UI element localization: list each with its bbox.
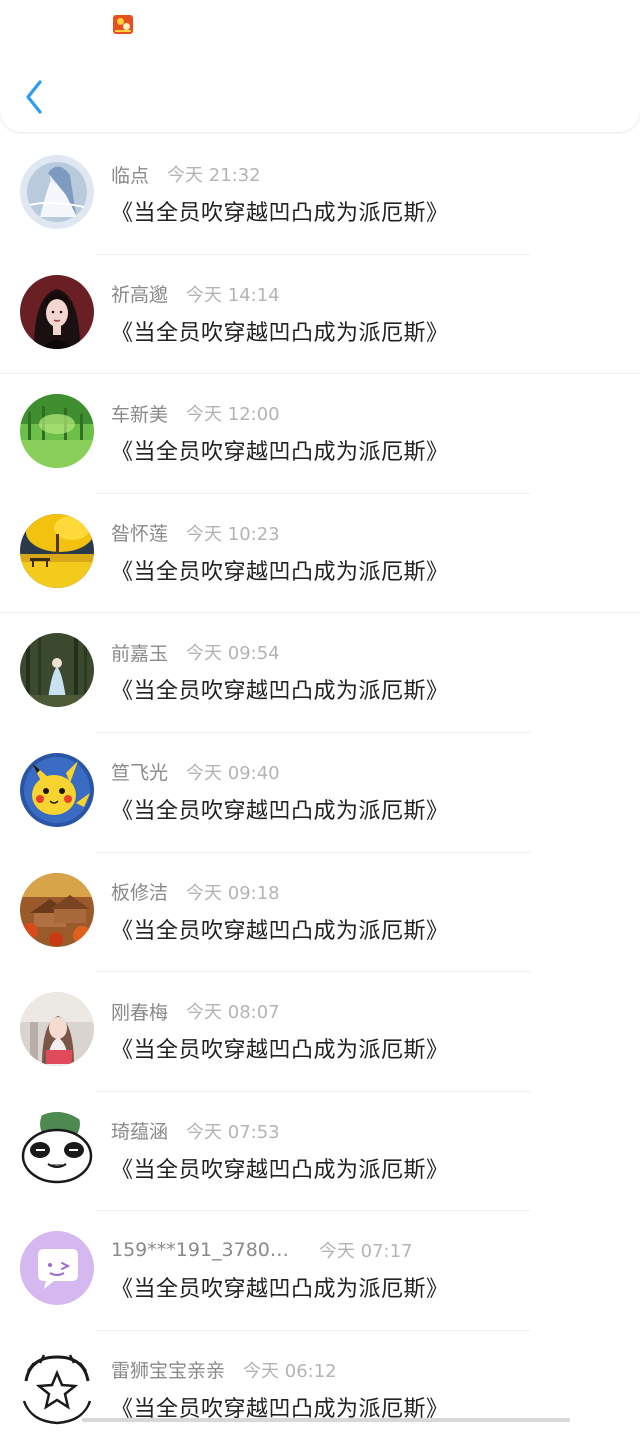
sender-name: 车新美 xyxy=(111,400,168,427)
timestamp: 今天 07:17 xyxy=(319,1237,413,1263)
avatar[interactable] xyxy=(20,394,94,468)
timestamp: 今天 09:18 xyxy=(186,879,280,905)
book-title: 《当全员吹穿越凹凸成为派厄斯》 xyxy=(111,554,449,586)
scrollbar-thumb[interactable] xyxy=(82,1418,570,1422)
avatar[interactable] xyxy=(20,155,94,229)
timestamp: 今天 12:00 xyxy=(186,400,280,426)
avatar[interactable] xyxy=(20,633,94,707)
chevron-left-icon xyxy=(18,74,54,120)
timestamp: 今天 06:12 xyxy=(243,1357,337,1383)
avatar[interactable] xyxy=(20,753,94,827)
list-item[interactable]: 159***191_3780… 今天 07:17 《当全员吹穿越凹凸成为派厄斯》 xyxy=(0,1211,640,1331)
avatar[interactable] xyxy=(20,275,94,349)
list-item[interactable]: 前嘉玉 今天 09:54 《当全员吹穿越凹凸成为派厄斯》 xyxy=(0,613,640,733)
sender-name: 前嘉玉 xyxy=(111,639,168,666)
list-item[interactable]: 临点 今天 21:32 《当全员吹穿越凹凸成为派厄斯》 xyxy=(0,135,640,255)
book-title: 《当全员吹穿越凹凸成为派厄斯》 xyxy=(111,1032,449,1064)
list-item[interactable]: 祈高邈 今天 14:14 《当全员吹穿越凹凸成为派厄斯》 xyxy=(0,255,640,375)
sender-name: 昝怀莲 xyxy=(111,519,168,546)
timestamp: 今天 09:40 xyxy=(186,759,280,785)
list-item[interactable]: 车新美 今天 12:00 《当全员吹穿越凹凸成为派厄斯》 xyxy=(0,374,640,494)
book-title: 《当全员吹穿越凹凸成为派厄斯》 xyxy=(111,793,449,825)
avatar[interactable] xyxy=(20,1112,94,1186)
list-item[interactable]: 雷狮宝宝亲亲 今天 06:12 《当全员吹穿越凹凸成为派厄斯》 xyxy=(0,1331,640,1451)
horizontal-scrollbar[interactable] xyxy=(0,1418,640,1422)
back-button[interactable] xyxy=(18,74,54,120)
list-item[interactable]: 琦蕴涵 今天 07:53 《当全员吹穿越凹凸成为派厄斯》 xyxy=(0,1092,640,1212)
app-logo-icon xyxy=(113,15,133,34)
book-title: 《当全员吹穿越凹凸成为派厄斯》 xyxy=(111,913,449,945)
avatar[interactable] xyxy=(20,1351,94,1425)
book-title: 《当全员吹穿越凹凸成为派厄斯》 xyxy=(111,195,449,227)
timestamp: 今天 07:53 xyxy=(186,1118,280,1144)
book-title: 《当全员吹穿越凹凸成为派厄斯》 xyxy=(111,673,449,705)
book-title: 《当全员吹穿越凹凸成为派厄斯》 xyxy=(111,1152,449,1184)
avatar[interactable] xyxy=(20,1231,94,1305)
sender-name: 雷狮宝宝亲亲 xyxy=(111,1356,225,1383)
top-bar xyxy=(0,0,640,132)
avatar[interactable] xyxy=(20,873,94,947)
sender-name: 159***191_3780… xyxy=(111,1239,289,1261)
avatar[interactable] xyxy=(20,992,94,1066)
timestamp: 今天 14:14 xyxy=(186,281,280,307)
book-title: 《当全员吹穿越凹凸成为派厄斯》 xyxy=(111,1271,449,1303)
sender-name: 琦蕴涵 xyxy=(111,1117,168,1144)
timestamp: 今天 21:32 xyxy=(167,161,261,187)
list-item[interactable]: 笪飞光 今天 09:40 《当全员吹穿越凹凸成为派厄斯》 xyxy=(0,733,640,853)
timestamp: 今天 08:07 xyxy=(186,998,280,1024)
timestamp: 今天 10:23 xyxy=(186,520,280,546)
message-list: 临点 今天 21:32 《当全员吹穿越凹凸成为派厄斯》 祈高邈 今天 14:14… xyxy=(0,135,640,1451)
sender-name: 祈高邈 xyxy=(111,280,168,307)
sender-name: 板修洁 xyxy=(111,878,168,905)
timestamp: 今天 09:54 xyxy=(186,639,280,665)
avatar[interactable] xyxy=(20,514,94,588)
book-title: 《当全员吹穿越凹凸成为派厄斯》 xyxy=(111,315,449,347)
book-title: 《当全员吹穿越凹凸成为派厄斯》 xyxy=(111,434,449,466)
sender-name: 临点 xyxy=(111,161,149,188)
sender-name: 刚春梅 xyxy=(111,998,168,1025)
list-item[interactable]: 板修洁 今天 09:18 《当全员吹穿越凹凸成为派厄斯》 xyxy=(0,853,640,973)
list-item[interactable]: 刚春梅 今天 08:07 《当全员吹穿越凹凸成为派厄斯》 xyxy=(0,972,640,1092)
list-item[interactable]: 昝怀莲 今天 10:23 《当全员吹穿越凹凸成为派厄斯》 xyxy=(0,494,640,614)
sender-name: 笪飞光 xyxy=(111,758,168,785)
